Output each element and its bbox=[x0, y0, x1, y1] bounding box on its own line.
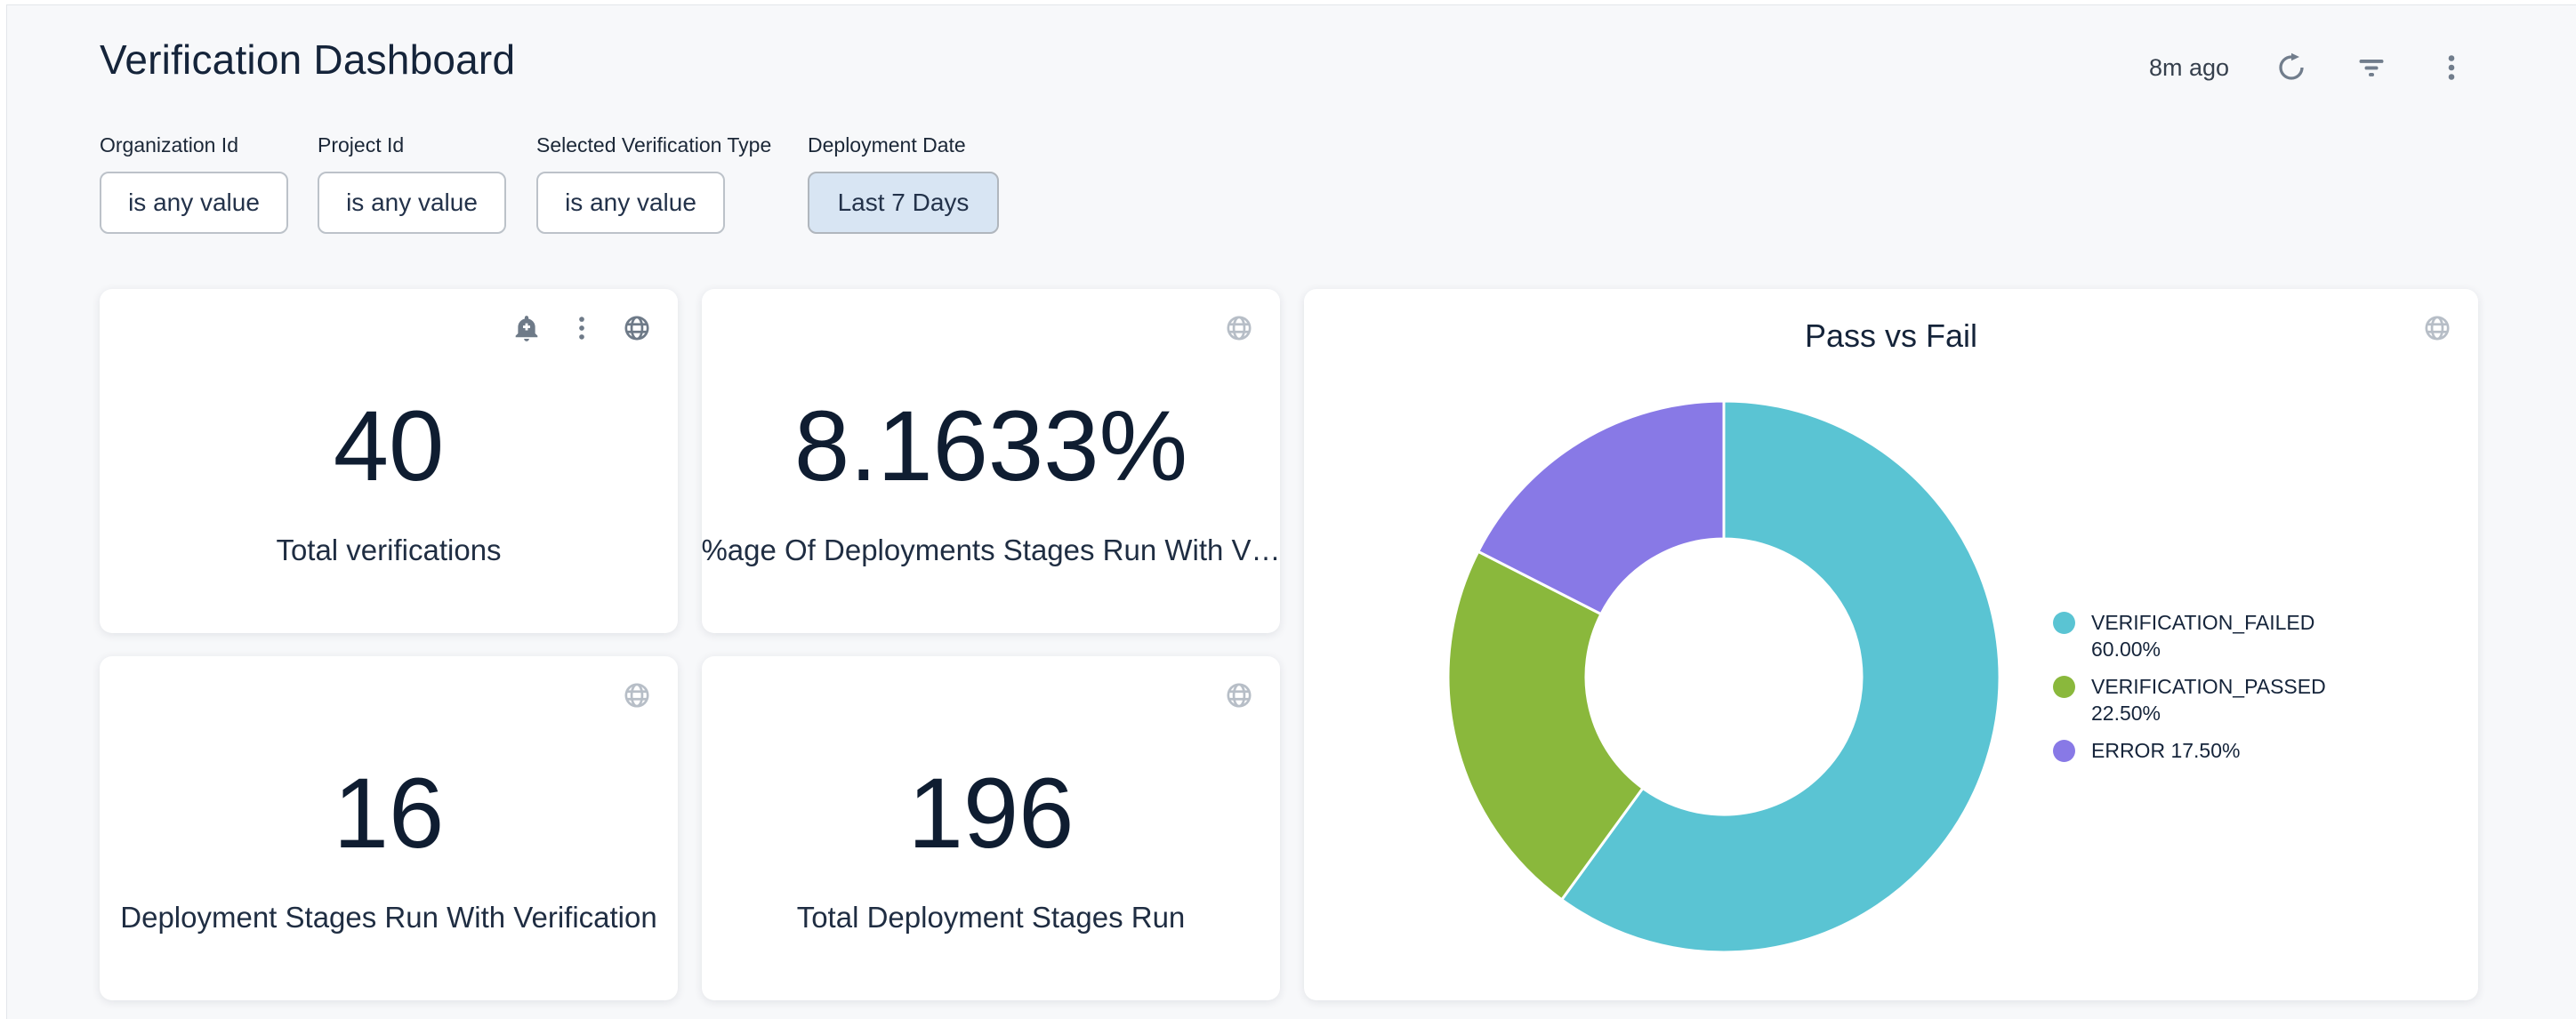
legend-item-verification-passed[interactable]: VERIFICATION_PASSED 22.50% bbox=[2053, 673, 2471, 726]
filter-deployment-date-value[interactable]: Last 7 Days bbox=[808, 172, 999, 234]
kpi-value: 40 bbox=[334, 397, 445, 496]
tile-timezone-button[interactable] bbox=[2421, 312, 2453, 344]
tile-stages-run-with-verification: 16 Deployment Stages Run With Verificati… bbox=[100, 656, 678, 1000]
globe-icon bbox=[2422, 313, 2452, 343]
kebab-menu-icon bbox=[2435, 52, 2467, 84]
filters-toggle-button[interactable] bbox=[2354, 50, 2389, 85]
tile-total-verifications: 40 Total verifications bbox=[100, 289, 678, 633]
filter-organization-id-value[interactable]: is any value bbox=[100, 172, 288, 234]
legend-swatch bbox=[2053, 676, 2075, 698]
filter-organization-id: Organization Id is any value bbox=[100, 133, 288, 234]
filter-project-id-value[interactable]: is any value bbox=[318, 172, 506, 234]
legend-swatch bbox=[2053, 740, 2075, 762]
dashboard-menu-button[interactable] bbox=[2434, 50, 2469, 85]
kpi-label: Deployment Stages Run With Verification bbox=[120, 901, 656, 935]
last-refreshed-label: 8m ago bbox=[2149, 54, 2229, 82]
filter-verification-type: Selected Verification Type is any value bbox=[536, 133, 771, 234]
donut-chart[interactable] bbox=[1436, 389, 2012, 965]
chart-title: Pass vs Fail bbox=[1304, 317, 2478, 355]
refresh-button[interactable] bbox=[2274, 50, 2309, 85]
filter-deployment-date: Deployment Date Last 7 Days bbox=[808, 133, 999, 234]
chart-legend: VERIFICATION_FAILED 60.00% VERIFICATION_… bbox=[2053, 609, 2471, 774]
filter-project-id: Project Id is any value bbox=[318, 133, 506, 234]
legend-label: VERIFICATION_FAILED 60.00% bbox=[2091, 609, 2367, 662]
legend-label: ERROR 17.50% bbox=[2091, 737, 2240, 764]
kpi-value: 196 bbox=[908, 764, 1075, 863]
filter-verification-type-value[interactable]: is any value bbox=[536, 172, 725, 234]
tile-percentage-stages-with-verification: 8.1633% %age Of Deployments Stages Run W… bbox=[702, 289, 1280, 633]
legend-label: VERIFICATION_PASSED 22.50% bbox=[2091, 673, 2367, 726]
legend-item-verification-failed[interactable]: VERIFICATION_FAILED 60.00% bbox=[2053, 609, 2471, 662]
kpi-label: Total verifications bbox=[276, 534, 501, 567]
filter-label: Project Id bbox=[318, 133, 506, 157]
kpi-value: 8.1633% bbox=[794, 397, 1187, 496]
tile-pass-vs-fail-chart: Pass vs Fail VERIFICATION_FAILED 60.00% … bbox=[1304, 289, 2478, 1000]
filter-label: Organization Id bbox=[100, 133, 288, 157]
legend-item-error[interactable]: ERROR 17.50% bbox=[2053, 737, 2471, 764]
header-actions: 8m ago bbox=[2149, 50, 2469, 85]
kpi-value: 16 bbox=[334, 764, 445, 863]
kpi-label: %age Of Deployments Stages Run With V… bbox=[701, 534, 1280, 567]
filter-label: Selected Verification Type bbox=[536, 133, 771, 157]
legend-swatch bbox=[2053, 612, 2075, 634]
filter-list-icon bbox=[2355, 52, 2387, 84]
page-title: Verification Dashboard bbox=[100, 36, 515, 84]
filter-label: Deployment Date bbox=[808, 133, 999, 157]
refresh-icon bbox=[2275, 52, 2307, 84]
kpi-label: Total Deployment Stages Run bbox=[797, 901, 1186, 935]
tile-total-deployment-stages-run: 196 Total Deployment Stages Run bbox=[702, 656, 1280, 1000]
